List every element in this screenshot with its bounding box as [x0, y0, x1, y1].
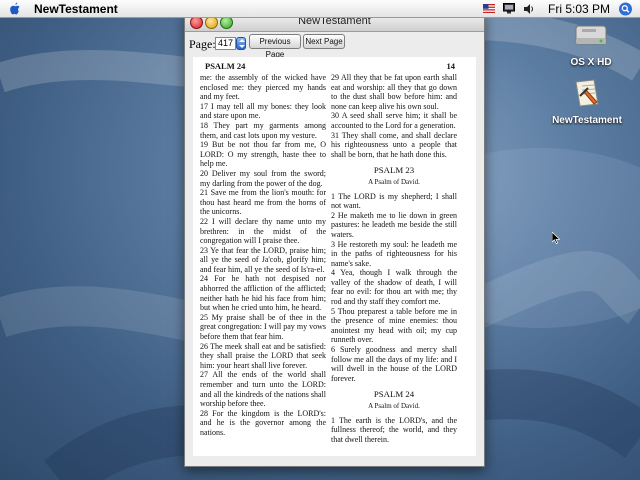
- verse: 26 The meek shall eat and be satisfied: …: [200, 341, 326, 370]
- verse: 21 Save me from the lion's mouth: for th…: [200, 188, 326, 217]
- verse: 1 The earth is the LORD's, and the fulln…: [331, 415, 457, 444]
- menu-clock[interactable]: Fri 5:03 PM: [548, 0, 610, 18]
- verse: me: the assembly of the wicked have encl…: [200, 73, 326, 102]
- stepper-up-icon[interactable]: [239, 39, 245, 42]
- verse: 20 Deliver my soul from the sword; my da…: [200, 168, 326, 188]
- verse: 6 Surely goodness and mercy shall follow…: [331, 345, 457, 383]
- next-page-button[interactable]: Next Page: [303, 34, 345, 49]
- running-head: PSALM 24 14: [193, 61, 476, 73]
- verse: 25 My praise shall be of thee in the gre…: [200, 312, 326, 342]
- display-icon[interactable]: [503, 3, 515, 14]
- verse: 23 Ye that fear the LORD, praise him; al…: [200, 245, 326, 274]
- stepper-down-icon[interactable]: [239, 45, 245, 48]
- app-menu-name[interactable]: NewTestament: [34, 0, 118, 18]
- verse: 2 He maketh me to lie down in green past…: [331, 210, 457, 239]
- desktop-icon-label: NewTestament: [552, 115, 622, 126]
- verse: 3 He restoreth my soul: he leadeth me in…: [331, 239, 457, 268]
- desktop-icon-application[interactable]: NewTestament: [552, 78, 622, 126]
- hard-drive-icon: [575, 25, 607, 45]
- verse: 30 A seed shall serve him; it shall be a…: [331, 111, 457, 130]
- flag-icon[interactable]: [483, 4, 495, 13]
- verse: 22 I will declare thy name unto my breth…: [200, 216, 326, 246]
- psalm-heading: PSALM 24: [373, 389, 415, 400]
- verse: 29 All they that be fat upon earth shall…: [331, 73, 457, 111]
- page-label: Page:: [189, 37, 216, 51]
- verse: 1 The LORD is my shepherd; I shall not w…: [331, 191, 457, 211]
- page-stepper[interactable]: [236, 37, 246, 50]
- psalm-heading: PSALM 23: [373, 165, 415, 176]
- verse: 17 I may tell all my bones: they look an…: [200, 101, 326, 121]
- left-column: me: the assembly of the wicked have encl…: [200, 73, 326, 438]
- verse: 27 All the ends of the world shall remem…: [200, 370, 326, 409]
- verse: 5 Thou preparest a table before me in th…: [331, 306, 457, 345]
- verse: 18 They part my garments among them, and…: [200, 120, 326, 140]
- previous-page-button[interactable]: Previous Page: [249, 34, 301, 59]
- spotlight-icon[interactable]: [618, 2, 633, 16]
- psalm-superscript: A Psalm of David.: [368, 177, 420, 186]
- verse: 31 They shall come, and shall declare hi…: [331, 130, 457, 159]
- page-number-field[interactable]: 417: [215, 37, 236, 50]
- verse: 4 Yea, though I walk through the valley …: [331, 268, 457, 307]
- main-window: NewTestament Page: 417 Previous Page Nex…: [184, 12, 485, 467]
- application-icon: [575, 79, 599, 107]
- psalm-superscript: A Psalm of David.: [368, 402, 420, 410]
- menu-bar: NewTestament Fri 5:03 PM: [0, 0, 640, 18]
- right-column: 29 All they that be fat upon earth shall…: [331, 73, 457, 444]
- desktop-icon-hard-drive[interactable]: OS X HD: [556, 20, 626, 68]
- bible-page: PSALM 24 14 me: the assembly of the wick…: [193, 57, 476, 456]
- verse: 28 For the kingdom is the LORD's: and he…: [200, 408, 326, 437]
- mouse-pointer-icon: [552, 232, 560, 244]
- toolbar: Page: 417 Previous Page Next Page: [185, 32, 484, 59]
- verse: 19 But be not thou far from me, O LORD: …: [200, 140, 326, 169]
- running-head-title: PSALM 24: [205, 61, 246, 71]
- volume-icon[interactable]: [524, 3, 535, 15]
- verse: 24 For he hath not despised nor abhorred…: [200, 274, 326, 313]
- apple-icon[interactable]: [9, 2, 21, 15]
- desktop-icon-label: OS X HD: [570, 57, 612, 68]
- page-number: 14: [446, 61, 456, 71]
